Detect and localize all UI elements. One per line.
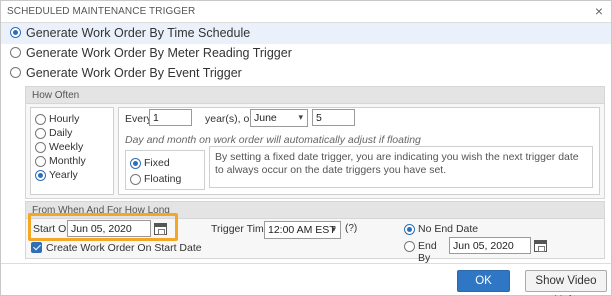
dialog-titlebar: SCHEDULED MAINTENANCE TRIGGER ×: [1, 1, 611, 23]
mode-label: Floating: [144, 173, 182, 185]
adjust-note: Day and month on work order will automat…: [125, 134, 421, 146]
trigger-time-label: Trigger Time: [211, 223, 270, 235]
month-select[interactable]: June ▾: [250, 109, 308, 127]
trigger-option-label: Generate Work Order By Meter Reading Tri…: [26, 46, 292, 60]
frequency-list: Hourly Daily Weekly Monthly Yearly: [30, 107, 114, 195]
footer-divider: [1, 263, 611, 264]
frequency-label: Yearly: [49, 169, 78, 181]
show-video-help-button[interactable]: Show Video Help: [525, 270, 607, 296]
chevron-down-icon: ▾: [331, 224, 336, 234]
every-input[interactable]: 1: [149, 109, 192, 126]
mode-description: By setting a fixed date trigger, you are…: [209, 146, 593, 188]
no-end-date-option[interactable]: No End Date: [404, 223, 494, 237]
trigger-option-label: Generate Work Order By Time Schedule: [26, 26, 251, 40]
dialog-title: SCHEDULED MAINTENANCE TRIGGER: [7, 6, 196, 17]
radio-fixed[interactable]: [130, 158, 141, 169]
help-icon[interactable]: (?): [345, 223, 357, 234]
radio-yearly[interactable]: [35, 170, 46, 181]
radio-no-end-date[interactable]: [404, 224, 415, 235]
trigger-option-label: Generate Work Order By Event Trigger: [26, 66, 242, 80]
radio-hourly[interactable]: [35, 114, 46, 125]
create-wo-checkbox[interactable]: [31, 242, 42, 253]
day-input[interactable]: 5: [312, 109, 355, 126]
trigger-option-event[interactable]: Generate Work Order By Event Trigger: [1, 63, 611, 84]
frequency-label: Monthly: [49, 155, 86, 167]
radio-time-schedule[interactable]: [10, 27, 21, 38]
trigger-time-value: 12:00 AM EST: [268, 224, 336, 236]
end-by-option[interactable]: End By: [404, 240, 449, 264]
radio-floating[interactable]: [130, 174, 141, 185]
chevron-down-icon: ▾: [298, 112, 303, 122]
end-by-input[interactable]: Jun 05, 2020: [449, 237, 531, 254]
radio-weekly[interactable]: [35, 142, 46, 153]
radio-monthly[interactable]: [35, 156, 46, 167]
mode-label: Fixed: [144, 157, 170, 169]
how-often-header: How Often: [26, 87, 604, 104]
radio-daily[interactable]: [35, 128, 46, 139]
calendar-icon[interactable]: [154, 223, 167, 235]
no-end-date-label: No End Date: [418, 223, 479, 235]
how-often-title: How Often: [32, 90, 80, 101]
close-icon[interactable]: ×: [595, 3, 603, 19]
radio-meter-reading[interactable]: [10, 47, 21, 58]
frequency-label: Daily: [49, 127, 73, 139]
every-label: Every: [125, 113, 152, 125]
trigger-time-select[interactable]: 12:00 AM EST ▾: [264, 221, 341, 239]
ok-button[interactable]: OK: [457, 270, 510, 292]
end-by-label: End By: [418, 240, 437, 264]
create-wo-label: Create Work Order On Start Date: [46, 242, 202, 254]
frequency-label: Weekly: [49, 141, 84, 153]
frequency-label: Hourly: [49, 113, 80, 125]
radio-end-by[interactable]: [404, 241, 415, 252]
radio-event[interactable]: [10, 67, 21, 78]
scheduled-maintenance-dialog: SCHEDULED MAINTENANCE TRIGGER × Generate…: [0, 0, 612, 296]
mode-list: Fixed Floating: [125, 150, 205, 190]
yearly-settings: Every 1 year(s), on June ▾ 5 Day and mon…: [118, 107, 600, 195]
years-on-label: year(s), on: [205, 113, 256, 125]
trigger-option-meter-reading[interactable]: Generate Work Order By Meter Reading Tri…: [1, 43, 611, 64]
month-value: June: [254, 112, 277, 124]
how-often-panel: How Often Hourly Daily Weekly Monthly Ye…: [25, 86, 605, 199]
calendar-icon[interactable]: [534, 240, 547, 252]
trigger-option-time-schedule[interactable]: Generate Work Order By Time Schedule: [1, 23, 611, 44]
start-on-input[interactable]: Jun 05, 2020: [67, 220, 151, 237]
